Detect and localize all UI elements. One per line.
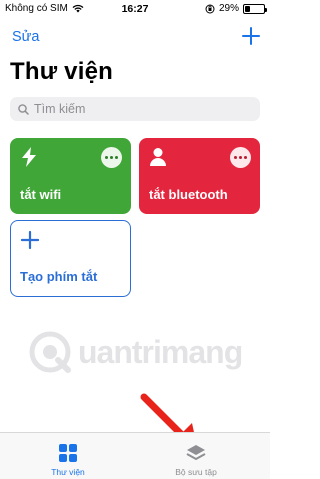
watermark-logo-icon: [29, 331, 71, 373]
shortcut-card-wifi[interactable]: tắt wifi: [10, 138, 131, 214]
edit-button[interactable]: Sửa: [12, 29, 39, 45]
layers-icon: [186, 445, 206, 460]
watermark: uantrimang: [28, 322, 244, 382]
search-bar[interactable]: Tìm kiếm: [10, 97, 260, 121]
search-placeholder: Tìm kiếm: [34, 102, 86, 116]
status-bar: Không có SIM 16:27 29%: [0, 0, 270, 18]
tab-collection[interactable]: Bộ sưu tập: [151, 443, 241, 477]
grid-icon: [59, 444, 77, 462]
more-dot: [244, 156, 247, 159]
search-icon: [18, 103, 29, 115]
shortcut-label: tắt bluetooth: [149, 187, 228, 202]
plus-icon: [21, 230, 39, 250]
shortcut-card-bluetooth[interactable]: tắt bluetooth: [139, 138, 260, 214]
battery-icon: [243, 3, 267, 14]
create-shortcut-label: Tạo phím tắt: [20, 269, 98, 284]
status-right: 29%: [205, 3, 267, 14]
battery-level: [245, 5, 251, 12]
person-icon: [150, 148, 166, 166]
more-button[interactable]: [230, 147, 251, 168]
more-dot: [110, 156, 113, 159]
page-title: Thư viện: [10, 58, 113, 85]
tab-library-label: Thư viện: [51, 467, 85, 477]
more-dot: [105, 156, 108, 159]
more-dot: [239, 156, 242, 159]
tab-collection-label: Bộ sưu tập: [175, 467, 217, 477]
tab-library[interactable]: Thư viện: [23, 443, 113, 477]
create-shortcut-card[interactable]: Tạo phím tắt: [10, 220, 131, 297]
more-dot: [115, 156, 118, 159]
more-dot: [234, 156, 237, 159]
more-button[interactable]: [101, 147, 122, 168]
battery-percent: 29%: [218, 3, 239, 14]
bolt-icon: [22, 147, 36, 167]
watermark-text: uantrimang: [78, 333, 243, 370]
orientation-lock-icon: [205, 4, 215, 13]
tab-bar: Thư viện Bộ sưu tập: [0, 432, 270, 479]
plus-icon[interactable]: [242, 27, 260, 45]
shortcut-label: tắt wifi: [20, 187, 62, 202]
